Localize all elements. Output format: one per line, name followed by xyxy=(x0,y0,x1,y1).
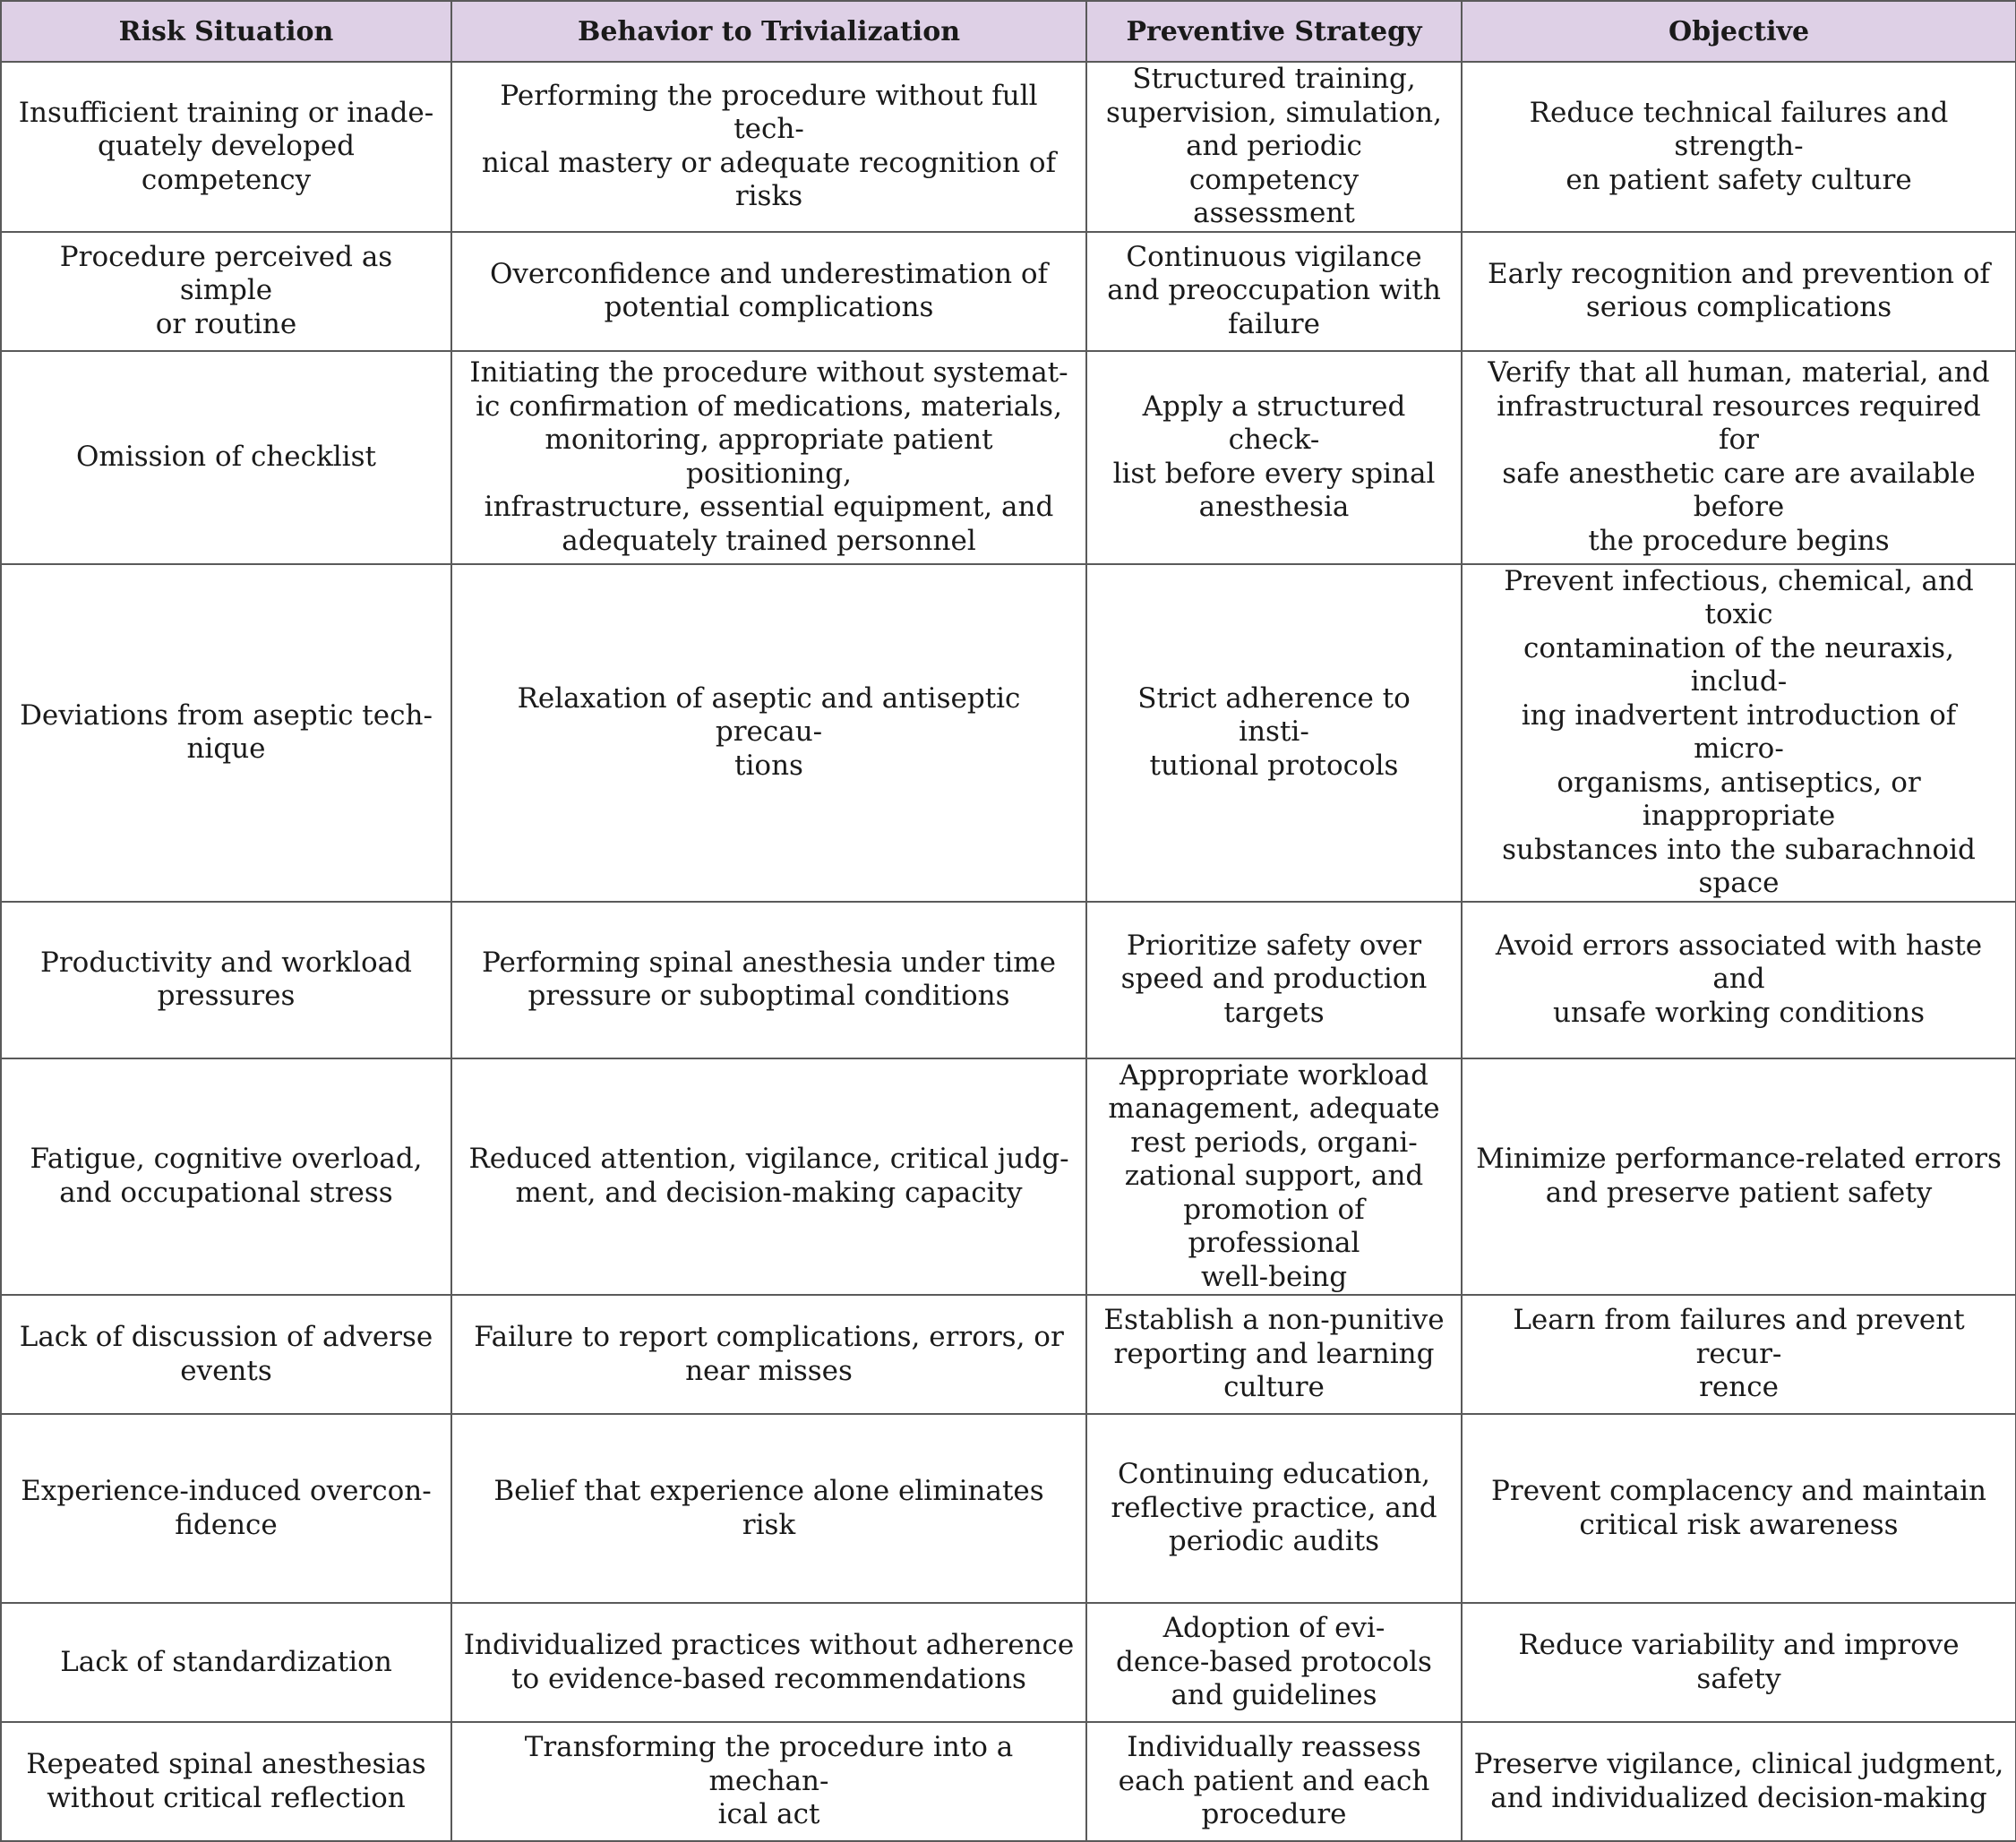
table-row: Repeated spinal anesthesias without criti… xyxy=(0,1721,2016,1842)
table-row: Productivity and workload pressures Perfor… xyxy=(0,900,2016,1059)
cell-behavior: Transforming the procedure into a mechan… xyxy=(450,1721,1087,1842)
cell-behavior: Individualized practices without adheren… xyxy=(450,1602,1087,1723)
cell-objective: Preserve vigilance, clinical judgment, an… xyxy=(1461,1721,2016,1842)
cell-behavior: Reduced attention, vigilance, critical j… xyxy=(450,1057,1087,1296)
cell-behavior: Failure to report complications, errors,… xyxy=(450,1294,1087,1415)
header-behavior: Behavior to Trivialization xyxy=(450,0,1087,63)
cell-risk-situation: Fatigue, cognitive overload, and occupati… xyxy=(0,1057,452,1296)
table-row: Omission of checklist Initiating the proc… xyxy=(0,349,2016,565)
cell-objective: Reduce variability and improve safety xyxy=(1461,1602,2016,1723)
cell-risk-situation: Lack of discussion of adverse events xyxy=(0,1294,452,1415)
cell-preventive-strategy: Appropriate workload management, adequate… xyxy=(1085,1057,1463,1296)
cell-risk-situation: Procedure perceived as simple or routine xyxy=(0,230,452,352)
cell-risk-situation: Repeated spinal anesthesias without criti… xyxy=(0,1721,452,1842)
cell-behavior: Overconfidence and underestimation of pot… xyxy=(450,230,1087,352)
cell-objective: Prevent infectious, chemical, and toxic c… xyxy=(1461,562,2016,903)
cell-risk-situation: Lack of standardization xyxy=(0,1602,452,1723)
cell-objective: Early recognition and prevention of serio… xyxy=(1461,230,2016,352)
cell-preventive-strategy: Individually reassess each patient and ea… xyxy=(1085,1721,1463,1842)
cell-behavior: Belief that experience alone eliminates … xyxy=(450,1413,1087,1604)
cell-preventive-strategy: Establish a non-punitive reporting and le… xyxy=(1085,1294,1463,1415)
table-row: Insufficient training or inade-quately d… xyxy=(0,61,2016,233)
cell-risk-situation: Productivity and workload pressures xyxy=(0,900,452,1059)
cell-preventive-strategy: Continuing education, reflective practice… xyxy=(1085,1413,1463,1604)
cell-risk-situation: Insufficient training or inade-quately d… xyxy=(0,61,452,233)
table-row: Procedure perceived as simple or routine O… xyxy=(0,230,2016,352)
cell-objective: Learn from failures and prevent recur-re… xyxy=(1461,1294,2016,1415)
risk-prevention-table: Risk Situation Behavior to Trivializatio… xyxy=(0,0,2016,1842)
table-row: Lack of discussion of adverse events Failu… xyxy=(0,1294,2016,1415)
table-row: Deviations from aseptic tech-nique Relaxa… xyxy=(0,562,2016,903)
table-header: Risk Situation Behavior to Trivializatio… xyxy=(0,0,2016,63)
cell-objective: Prevent complacency and maintain critical… xyxy=(1461,1413,2016,1604)
cell-risk-situation: Deviations from aseptic tech-nique xyxy=(0,562,452,903)
cell-risk-situation: Experience-induced overcon-fidence xyxy=(0,1413,452,1604)
cell-objective: Minimize performance-related errors and p… xyxy=(1461,1057,2016,1296)
table-body: Insufficient training or inade-quately d… xyxy=(0,61,2016,1842)
cell-risk-situation: Omission of checklist xyxy=(0,349,452,565)
table-row: Fatigue, cognitive overload, and occupati… xyxy=(0,1057,2016,1296)
cell-preventive-strategy: Strict adherence to insti-tutional proto… xyxy=(1085,562,1463,903)
cell-objective: Avoid errors associated with haste and un… xyxy=(1461,900,2016,1059)
header-risk-situation: Risk Situation xyxy=(0,0,452,63)
cell-behavior: Performing spinal anesthesia under time p… xyxy=(450,900,1087,1059)
cell-preventive-strategy: Structured training, supervision, simulat… xyxy=(1085,61,1463,233)
cell-preventive-strategy: Adoption of evi-dence-based protocols and… xyxy=(1085,1602,1463,1723)
table-row: Experience-induced overcon-fidence Belief… xyxy=(0,1413,2016,1604)
cell-objective: Verify that all human, material, and infr… xyxy=(1461,349,2016,565)
cell-behavior: Relaxation of aseptic and antiseptic pre… xyxy=(450,562,1087,903)
header-preventive-strategy: Preventive Strategy xyxy=(1085,0,1463,63)
cell-preventive-strategy: Apply a structured check-list before eve… xyxy=(1085,349,1463,565)
cell-behavior: Performing the procedure without full te… xyxy=(450,61,1087,233)
header-objective: Objective xyxy=(1461,0,2016,63)
cell-objective: Reduce technical failures and strength-e… xyxy=(1461,61,2016,233)
cell-preventive-strategy: Continuous vigilance and preoccupation wi… xyxy=(1085,230,1463,352)
cell-preventive-strategy: Prioritize safety over speed and producti… xyxy=(1085,900,1463,1059)
table-row: Lack of standardization Individualized pr… xyxy=(0,1602,2016,1723)
cell-behavior: Initiating the procedure without systema… xyxy=(450,349,1087,565)
header-row: Risk Situation Behavior to Trivializatio… xyxy=(0,0,2016,63)
